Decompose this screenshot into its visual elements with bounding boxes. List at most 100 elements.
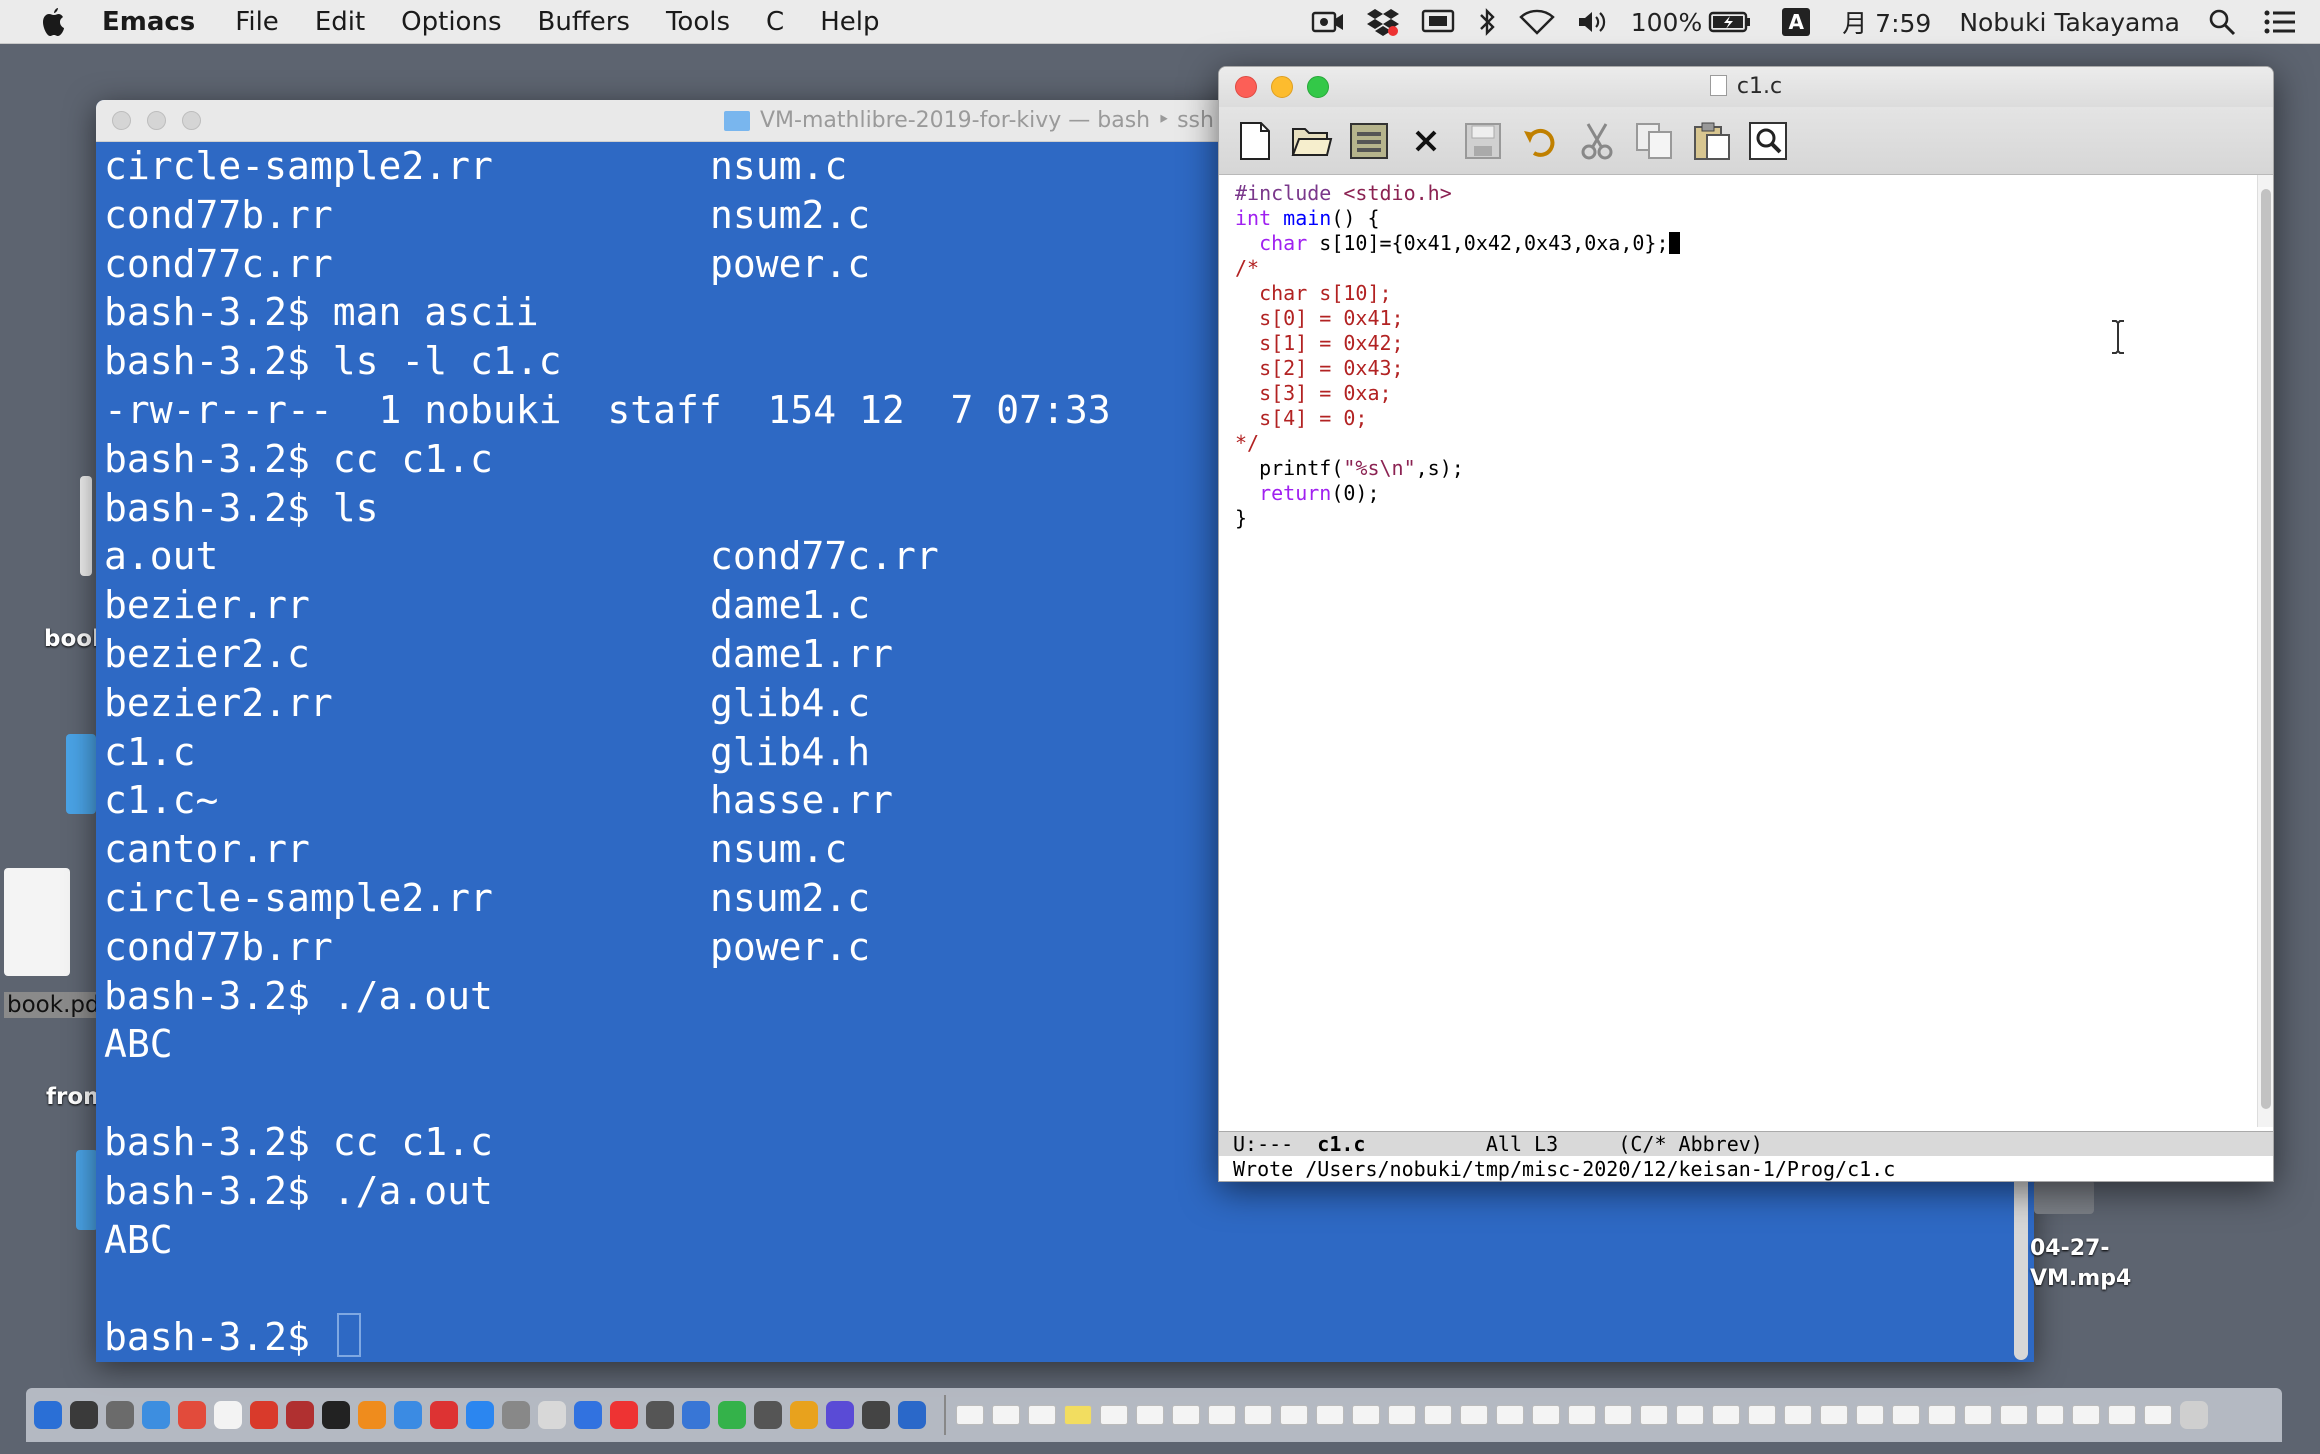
dock-app-icon[interactable] [826,1401,854,1429]
dock-window-thumbnail[interactable] [1280,1405,1308,1425]
undo-icon[interactable] [1518,119,1562,163]
bluetooth-icon[interactable] [1477,7,1497,37]
code-line-close-brace[interactable]: } [1235,506,2259,531]
dock-app-icon[interactable] [70,1401,98,1429]
dock-window-thumbnail[interactable] [1604,1405,1632,1425]
dock-app-icon[interactable] [682,1401,710,1429]
dock-app-icon[interactable] [286,1401,314,1429]
desktop-folder-icon-2[interactable] [76,1150,98,1230]
dock-window-thumbnail[interactable] [1352,1405,1380,1425]
dock-window-thumbnail[interactable] [2000,1405,2028,1425]
dock-window-thumbnail[interactable] [1136,1405,1164,1425]
dock-window-thumbnail[interactable] [1928,1405,1956,1425]
dock-window-thumbnail[interactable] [1460,1405,1488,1425]
dock-app-icon[interactable] [178,1401,206,1429]
dock-window-thumbnail[interactable] [1712,1405,1740,1425]
code-line-2[interactable]: int main() { [1235,206,2259,231]
dock-window-thumbnail[interactable] [956,1405,984,1425]
dock-window-thumbnail[interactable] [2108,1405,2136,1425]
dock-window-thumbnail[interactable] [1028,1405,1056,1425]
dock-window-thumbnail[interactable] [1532,1405,1560,1425]
dock-window-thumbnail[interactable] [1172,1405,1200,1425]
dock-app-icon[interactable] [862,1401,890,1429]
dock-app-icon[interactable] [502,1401,530,1429]
menu-edit[interactable]: Edit [315,7,365,37]
menu-app-name[interactable]: Emacs [102,7,195,37]
code-comment-line[interactable]: char s[10]; [1235,281,2259,306]
emacs-titlebar[interactable]: c1.c [1219,67,2273,107]
terminal-prompt-line[interactable]: bash-3.2$ [104,1313,2034,1362]
desktop-file-icon[interactable] [80,476,92,576]
menu-options[interactable]: Options [401,7,501,37]
code-comment-line[interactable]: s[0] = 0x41; [1235,306,2259,331]
dropbox-icon[interactable] [1366,7,1399,37]
dock-app-icon[interactable] [358,1401,386,1429]
code-line-return[interactable]: return(0); [1235,481,2259,506]
copy-icon[interactable] [1632,119,1676,163]
code-comment-line[interactable]: s[2] = 0x43; [1235,356,2259,381]
dock-window-thumbnail[interactable] [992,1405,1020,1425]
paste-icon[interactable] [1689,119,1733,163]
code-comment-line[interactable]: s[4] = 0; [1235,406,2259,431]
dock-window-thumbnail[interactable] [1676,1405,1704,1425]
dock-window-thumbnail[interactable] [1856,1405,1884,1425]
emacs-scrollbar-thumb[interactable] [2261,189,2271,1109]
dock-window-thumbnail[interactable] [1208,1405,1236,1425]
dock-window-thumbnail[interactable] [1892,1405,1920,1425]
dock-window-thumbnail[interactable] [2144,1405,2172,1425]
dock-app-icon[interactable] [538,1401,566,1429]
code-comment-open[interactable]: /* [1235,256,2259,281]
dock-window-thumbnail[interactable] [1748,1405,1776,1425]
emacs-scrollbar[interactable] [2257,175,2273,1127]
dock-window-thumbnail[interactable] [1496,1405,1524,1425]
dock-app-icon[interactable] [610,1401,638,1429]
menu-tools[interactable]: Tools [666,7,730,37]
display-icon[interactable] [1421,8,1455,36]
dock-window-thumbnail[interactable] [1100,1405,1128,1425]
dock-window-thumbnail[interactable] [1064,1405,1092,1425]
clock[interactable]: 月 7:59 [1842,4,1931,40]
dock-app-icon[interactable] [646,1401,674,1429]
dock-window-thumbnail[interactable] [1964,1405,1992,1425]
dock-app-icon[interactable] [34,1401,62,1429]
new-file-icon[interactable] [1233,119,1277,163]
volume-icon[interactable] [1577,9,1609,35]
dock-window-thumbnail[interactable] [1244,1405,1272,1425]
terminal-line[interactable]: ABC [104,1216,2034,1265]
open-folder-icon[interactable] [1290,119,1334,163]
terminal-zoom-button[interactable] [182,111,201,130]
emacs-buffer[interactable]: #include <stdio.h> int main() { char s[10… [1219,175,2259,1127]
dock-window-thumbnail[interactable] [1316,1405,1344,1425]
close-icon[interactable] [1404,119,1448,163]
dock-app-icon[interactable] [142,1401,170,1429]
cut-icon[interactable] [1575,119,1619,163]
dock-app-icon[interactable] [754,1401,782,1429]
code-comment-line[interactable]: s[1] = 0x42; [1235,331,2259,356]
dock-app-icon[interactable] [430,1401,458,1429]
terminal-close-button[interactable] [112,111,131,130]
dock-window-thumbnail[interactable] [1424,1405,1452,1425]
dock-window-thumbnail[interactable] [2072,1405,2100,1425]
screen-record-icon[interactable] [1311,9,1345,35]
save-icon[interactable] [1461,119,1505,163]
code-comment-close[interactable]: */ [1235,431,2259,456]
wifi-icon[interactable] [1518,9,1555,35]
input-source[interactable]: A [1782,8,1811,36]
desktop-label-book-pdf[interactable]: book.pd [4,992,103,1018]
code-line-1[interactable]: #include <stdio.h> [1235,181,2259,206]
terminal-line[interactable] [104,1264,2034,1313]
video-file-thumbnail[interactable] [2034,1180,2094,1214]
menu-help[interactable]: Help [820,7,879,37]
code-comment-line[interactable]: s[3] = 0xa; [1235,381,2259,406]
dock-app-icon[interactable] [898,1401,926,1429]
menu-file[interactable]: File [235,7,279,37]
dock-app-icon[interactable] [718,1401,746,1429]
trash-icon[interactable] [2180,1401,2208,1429]
dock-window-thumbnail[interactable] [2036,1405,2064,1425]
terminal-minimize-button[interactable] [147,111,166,130]
dock-window-thumbnail[interactable] [1820,1405,1848,1425]
dock-app-icon[interactable] [214,1401,242,1429]
dock-app-icon[interactable] [250,1401,278,1429]
emacs-modeline[interactable]: U:--- c1.c All L3 (C/* Abbrev) [1219,1131,2273,1156]
dock-app-icon[interactable] [790,1401,818,1429]
